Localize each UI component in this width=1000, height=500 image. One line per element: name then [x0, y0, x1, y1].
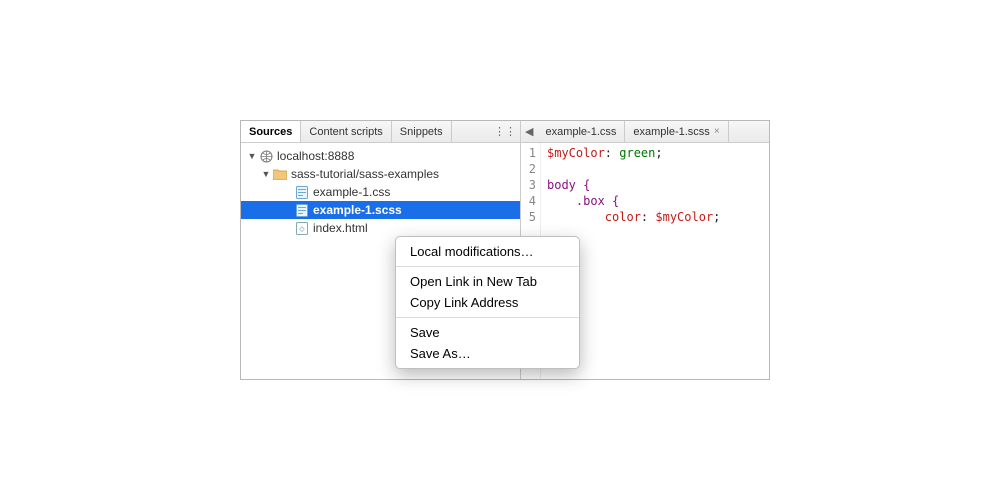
globe-icon [259, 149, 273, 163]
close-icon[interactable]: × [714, 126, 720, 137]
line-number: 5 [521, 209, 536, 225]
tree-host-label: localhost:8888 [277, 149, 354, 163]
editor-tab-label: example-1.scss [633, 126, 709, 138]
tree-folder-label: sass-tutorial/sass-examples [291, 167, 439, 181]
html-file-icon: ◇ [295, 221, 309, 235]
css-file-icon [295, 185, 309, 199]
menu-separator [396, 317, 579, 318]
tree-file-scss[interactable]: example-1.scss [241, 201, 520, 219]
css-file-icon [295, 203, 309, 217]
tree-file-label: index.html [313, 221, 368, 235]
menu-open-new-tab[interactable]: Open Link in New Tab [396, 271, 579, 292]
tab-snippets[interactable]: Snippets [392, 121, 452, 142]
menu-copy-link[interactable]: Copy Link Address [396, 292, 579, 313]
menu-separator [396, 266, 579, 267]
tab-content-scripts[interactable]: Content scripts [301, 121, 391, 142]
tree-folder[interactable]: ▼ sass-tutorial/sass-examples [241, 165, 520, 183]
tree-file-html[interactable]: ◇ index.html [241, 219, 520, 237]
line-number: 3 [521, 177, 536, 193]
tree-file-label: example-1.scss [313, 203, 402, 217]
tree-host[interactable]: ▼ localhost:8888 [241, 147, 520, 165]
menu-local-modifications[interactable]: Local modifications… [396, 241, 579, 262]
folder-icon [273, 167, 287, 181]
tree-file-label: example-1.css [313, 185, 390, 199]
editor-tabstrip: ◀ example-1.css example-1.scss × [521, 121, 769, 143]
sources-tabstrip: Sources Content scripts Snippets ⋮⋮ [241, 121, 520, 143]
svg-text:◇: ◇ [299, 226, 305, 233]
line-number: 4 [521, 193, 536, 209]
nav-back-icon[interactable]: ◀ [521, 125, 537, 138]
context-menu: Local modifications… Open Link in New Ta… [395, 236, 580, 369]
menu-save[interactable]: Save [396, 322, 579, 343]
editor-tab-scss[interactable]: example-1.scss × [625, 121, 728, 142]
menu-save-as[interactable]: Save As… [396, 343, 579, 364]
disclosure-triangle-icon[interactable]: ▼ [247, 151, 257, 161]
line-number: 1 [521, 145, 536, 161]
editor-tab-label: example-1.css [545, 126, 616, 138]
editor-tab-css[interactable]: example-1.css [537, 121, 625, 142]
pane-toggle-icon[interactable]: ⋮⋮ [490, 125, 520, 138]
line-number: 2 [521, 161, 536, 177]
disclosure-triangle-icon[interactable]: ▼ [261, 169, 271, 179]
tab-sources[interactable]: Sources [241, 121, 301, 142]
tree-file-css[interactable]: example-1.css [241, 183, 520, 201]
